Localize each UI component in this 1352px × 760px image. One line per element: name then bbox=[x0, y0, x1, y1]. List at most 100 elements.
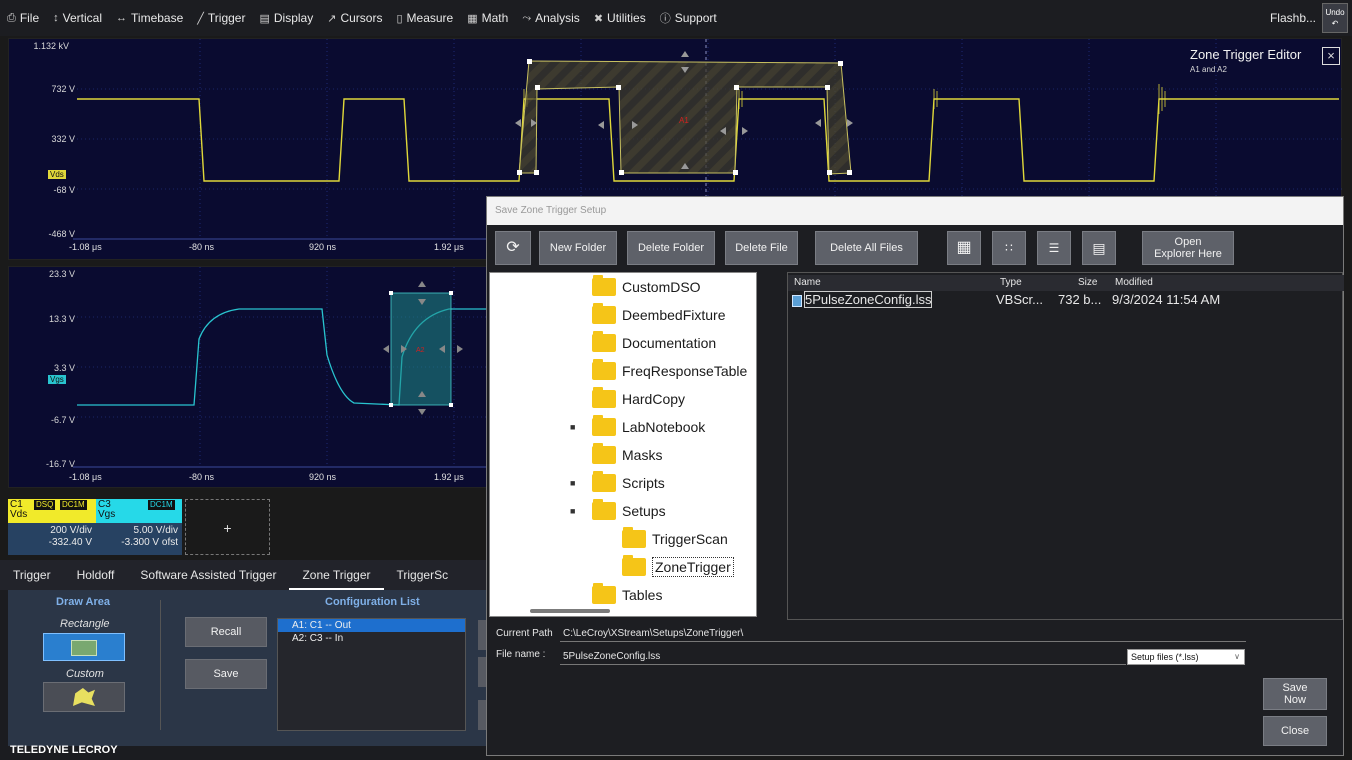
tree-folder[interactable]: Tables bbox=[592, 583, 662, 607]
file-name-input[interactable]: 5PulseZoneConfig.lss bbox=[560, 649, 1126, 665]
expand-icon[interactable]: ■ bbox=[570, 422, 575, 432]
large-icons-view-button[interactable]: ▦ bbox=[947, 231, 981, 265]
zone-a1[interactable]: A1 bbox=[515, 51, 853, 175]
file-type-select[interactable]: Setup files (*.lss) ∨ bbox=[1127, 649, 1245, 665]
new-folder-button[interactable]: New Folder bbox=[539, 231, 617, 265]
tab-software-assisted-trigger[interactable]: Software Assisted Trigger bbox=[127, 560, 289, 590]
folder-icon bbox=[592, 443, 616, 464]
file-name[interactable]: 5PulseZoneConfig.lss bbox=[792, 291, 933, 308]
volt-label: 1.132 kV bbox=[33, 41, 69, 51]
refresh-button[interactable]: ⟳ bbox=[495, 231, 531, 265]
channel-tag: DC1M bbox=[148, 500, 175, 510]
open-explorer-button[interactable]: Open Explorer Here bbox=[1142, 231, 1234, 265]
folder-icon bbox=[622, 527, 646, 548]
file-list-header: Name Type Size Modified bbox=[788, 275, 1344, 291]
add-channel-button[interactable]: + bbox=[185, 499, 270, 555]
menu-math[interactable]: ▦ Math bbox=[460, 0, 515, 36]
tab-zone-trigger[interactable]: Zone Trigger bbox=[289, 560, 384, 590]
channel-header: C1 Vds DSQ DC1M bbox=[8, 499, 96, 523]
configuration-list[interactable]: A1: C1 -- Out A2: C3 -- In bbox=[277, 618, 466, 731]
list-item[interactable]: A2: C3 -- In bbox=[278, 632, 465, 645]
menu-display[interactable]: ▤ Display bbox=[252, 0, 320, 36]
menu-label: Vertical bbox=[62, 11, 103, 25]
current-path-field[interactable]: C:\LeCroy\XStream\Setups\ZoneTrigger\ bbox=[560, 626, 1246, 642]
delete-all-files-button[interactable]: Delete All Files bbox=[815, 231, 918, 265]
close-button[interactable]: Close bbox=[1263, 716, 1327, 746]
menu-file[interactable]: ⎙ File bbox=[0, 0, 46, 36]
recall-button[interactable]: Recall bbox=[185, 617, 267, 647]
undo-button[interactable]: Undo ↶ bbox=[1322, 3, 1348, 33]
folder-icon bbox=[592, 275, 616, 296]
column-size[interactable]: Size bbox=[1078, 277, 1097, 288]
delete-folder-button[interactable]: Delete Folder bbox=[627, 231, 715, 265]
tree-folder[interactable]: Masks bbox=[592, 443, 662, 467]
file-row[interactable]: 5PulseZoneConfig.lss VBScr... 732 b... 9… bbox=[792, 291, 1340, 308]
time-tick: -1.08 μs bbox=[69, 472, 102, 482]
menu-analysis[interactable]: ⤳ Analysis bbox=[515, 0, 587, 36]
flashback-button[interactable]: Flashb... bbox=[1264, 11, 1322, 25]
column-modified[interactable]: Modified bbox=[1115, 277, 1153, 288]
channel-offset: -3.300 V ofst bbox=[121, 537, 178, 548]
tree-folder[interactable]: TriggerScan bbox=[622, 527, 728, 551]
small-icons-view-button[interactable]: ∷ bbox=[992, 231, 1026, 265]
list-view-button[interactable]: ☰ bbox=[1037, 231, 1071, 265]
save-now-button[interactable]: Save Now bbox=[1263, 678, 1327, 710]
tab-trigger[interactable]: Trigger bbox=[0, 560, 64, 590]
folder-label: Tables bbox=[622, 587, 663, 603]
time-tick: 1.92 μs bbox=[434, 472, 464, 482]
folder-icon bbox=[592, 387, 616, 408]
menu-cursors[interactable]: ↗ Cursors bbox=[320, 0, 389, 36]
tree-folder[interactable]: ZoneTrigger bbox=[622, 555, 734, 579]
tree-folder[interactable]: DeembedFixture bbox=[592, 303, 726, 327]
list-item[interactable]: A1: C1 -- Out bbox=[278, 619, 465, 632]
tree-folder[interactable]: ■ Scripts bbox=[570, 471, 665, 495]
expand-icon[interactable]: ■ bbox=[570, 478, 575, 488]
menu-label: Math bbox=[481, 11, 509, 25]
custom-button[interactable] bbox=[43, 682, 125, 712]
menu-utilities[interactable]: ✖ Utilities bbox=[587, 0, 653, 36]
utilities-icon: ✖ bbox=[593, 12, 604, 25]
folder-tree[interactable]: CustomDSO DeembedFixture Documentation Freq… bbox=[489, 272, 757, 617]
folder-label: DeembedFixture bbox=[622, 307, 726, 323]
folder-icon bbox=[592, 303, 616, 324]
file-list[interactable]: Name Type Size Modified 5PulseZoneConfig… bbox=[787, 272, 1344, 620]
folder-icon bbox=[592, 583, 616, 604]
folder-label: CustomDSO bbox=[622, 279, 701, 295]
delete-file-button[interactable]: Delete File bbox=[725, 231, 798, 265]
folder-label: ZoneTrigger bbox=[652, 557, 734, 577]
details-view-button[interactable]: ▤ bbox=[1082, 231, 1116, 265]
menu-support[interactable]: ⓘ Support bbox=[653, 0, 724, 36]
tab-triggerscan[interactable]: TriggerSc bbox=[384, 560, 462, 590]
tree-hscrollbar[interactable] bbox=[530, 609, 610, 613]
close-icon[interactable]: × bbox=[1322, 47, 1340, 65]
save-now-label-1: Save bbox=[1282, 682, 1308, 694]
menu-timebase[interactable]: ↔ Timebase bbox=[109, 0, 190, 36]
tree-folder[interactable]: FreqResponseTable bbox=[592, 359, 747, 383]
column-name[interactable]: Name bbox=[794, 277, 821, 288]
column-type[interactable]: Type bbox=[1000, 277, 1022, 288]
channel-marker-c1: Vds bbox=[48, 170, 66, 179]
channel-scale: 200 V/div bbox=[50, 525, 92, 536]
tree-folder[interactable]: Documentation bbox=[592, 331, 716, 355]
channel-descriptor-c1[interactable]: C1 Vds DSQ DC1M 200 V/div -332.40 V bbox=[8, 499, 96, 555]
tab-holdoff[interactable]: Holdoff bbox=[64, 560, 128, 590]
time-tick: 1.92 μs bbox=[434, 242, 464, 252]
math-icon: ▦ bbox=[467, 12, 478, 25]
volt-label: 332 V bbox=[51, 134, 75, 144]
tree-folder[interactable]: ■ LabNotebook bbox=[570, 415, 705, 439]
custom-shape-icon bbox=[73, 688, 95, 706]
tree-folder[interactable]: HardCopy bbox=[592, 387, 685, 411]
folder-label: Setups bbox=[622, 503, 666, 519]
folder-label: FreqResponseTable bbox=[622, 363, 748, 379]
measure-icon: ▯ bbox=[396, 12, 403, 25]
menu-measure[interactable]: ▯ Measure bbox=[389, 0, 460, 36]
tree-folder[interactable]: CustomDSO bbox=[592, 275, 701, 299]
menu-trigger[interactable]: ╱ Trigger bbox=[190, 0, 252, 36]
menu-label: Timebase bbox=[131, 11, 184, 25]
menu-vertical[interactable]: ↕ Vertical bbox=[46, 0, 109, 36]
channel-descriptor-c3[interactable]: C3 Vgs DC1M 5.00 V/div -3.300 V ofst bbox=[96, 499, 182, 555]
tree-folder[interactable]: ■ Setups bbox=[570, 499, 666, 523]
rectangle-button[interactable] bbox=[43, 633, 125, 661]
expand-icon[interactable]: ■ bbox=[570, 506, 575, 516]
save-button[interactable]: Save bbox=[185, 659, 267, 689]
